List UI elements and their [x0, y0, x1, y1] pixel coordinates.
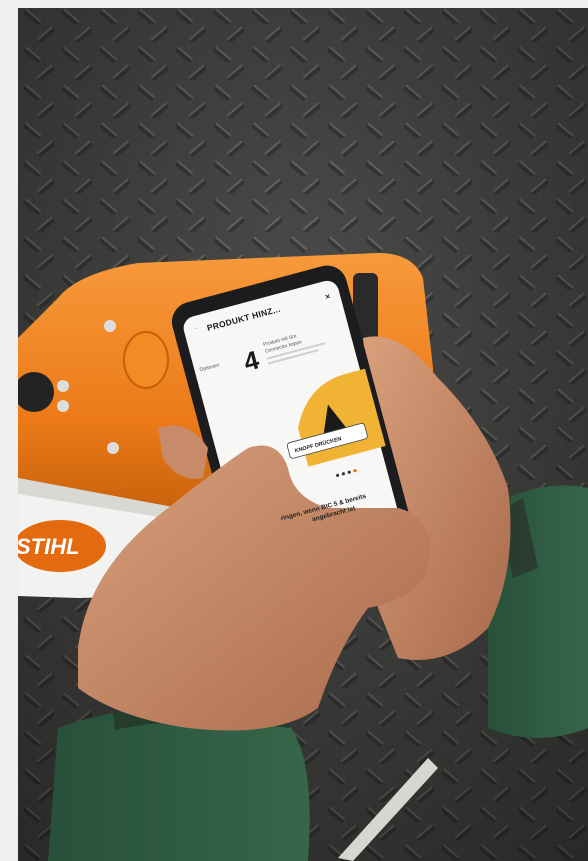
options-label: Optionen: [199, 362, 220, 373]
pager-dots: [336, 469, 357, 477]
close-icon[interactable]: ✕: [324, 293, 332, 301]
product-photo: STIHL ← PRODUKT HINZ... ✕ Optionen 4 Pro…: [18, 8, 588, 861]
back-arrow-icon[interactable]: ←: [193, 324, 199, 331]
step-number: 4: [240, 344, 262, 377]
screen-title: PRODUKT HINZ...: [206, 304, 282, 333]
phone-screen: ← PRODUKT HINZ... ✕ Optionen 4 Produkt m…: [193, 293, 386, 523]
